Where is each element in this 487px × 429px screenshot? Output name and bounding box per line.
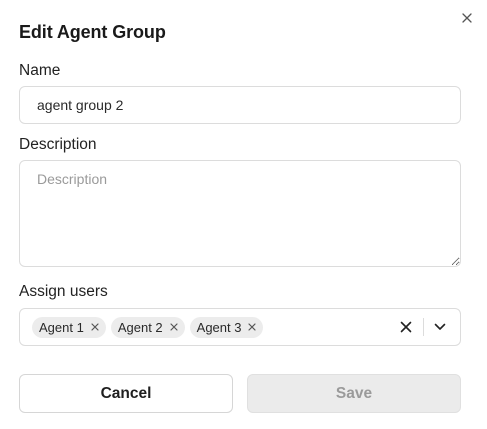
description-label: Description (19, 136, 97, 153)
clear-icon[interactable] (397, 318, 415, 336)
user-chip: Agent 2 (110, 316, 185, 338)
name-label: Name (19, 62, 61, 79)
dialog-title: Edit Agent Group (19, 22, 166, 42)
name-input[interactable] (19, 86, 461, 124)
chip-remove-icon[interactable] (247, 322, 257, 332)
edit-agent-group-dialog: Edit Agent Group Name Description Assign… (0, 0, 487, 429)
close-icon[interactable] (458, 9, 476, 27)
cancel-button[interactable]: Cancel (19, 374, 233, 413)
select-controls (397, 309, 448, 345)
user-chip-label: Agent 3 (196, 319, 242, 335)
assign-users-label: Assign users (19, 283, 108, 300)
user-chip: Agent 3 (189, 316, 264, 338)
user-chip-label: Agent 1 (39, 319, 84, 335)
save-button[interactable]: Save (247, 374, 461, 413)
chip-remove-icon[interactable] (90, 322, 100, 332)
description-textarea[interactable] (19, 160, 461, 267)
chip-remove-icon[interactable] (169, 322, 179, 332)
chevron-down-icon[interactable] (432, 319, 448, 335)
selected-users: Agent 1 Agent 2 Agent 3 (32, 316, 397, 338)
controls-divider (423, 318, 424, 336)
assign-users-select[interactable]: Agent 1 Agent 2 Agent 3 (19, 308, 461, 346)
user-chip-label: Agent 2 (117, 319, 163, 335)
user-chip: Agent 1 (32, 316, 106, 338)
